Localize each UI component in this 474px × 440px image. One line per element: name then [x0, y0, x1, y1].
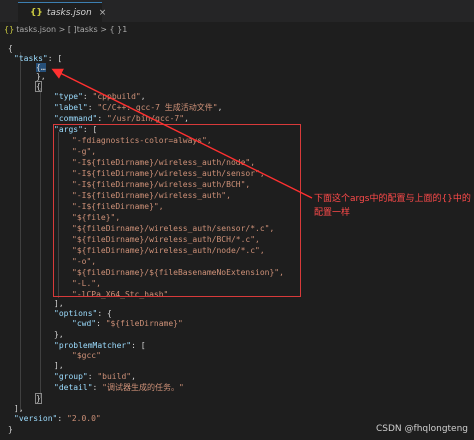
code-line: { — [35, 81, 42, 92]
json-file-icon: {} — [4, 25, 15, 34]
indent-guide — [40, 88, 41, 398]
type-line: "type": "cppbuild", — [54, 92, 146, 101]
chevron-right-icon: > — [100, 25, 107, 34]
code-line: { — [8, 44, 13, 53]
code-line: ], — [54, 361, 64, 370]
object-icon: { } — [109, 25, 123, 34]
code-line: }, — [54, 330, 64, 339]
annotation-text: 下面这个args中的配置与上面的{}中的配置一样 — [314, 194, 471, 218]
tab-label: tasks.json — [46, 8, 92, 18]
code-line: } — [35, 393, 42, 404]
version-line: "version": "2.0.0" — [14, 414, 101, 423]
breadcrumb-tasks[interactable]: tasks — [77, 25, 98, 34]
code-line: } — [8, 425, 13, 434]
cwd-line: "cwd": "${fileDirname}" — [72, 319, 183, 328]
group-line: "group": "build", — [54, 372, 136, 381]
indent-guide — [20, 52, 21, 412]
breadcrumb-file[interactable]: tasks.json — [16, 25, 56, 34]
array-icon: [ ] — [67, 25, 77, 34]
chevron-right-icon: > — [58, 25, 66, 34]
problem-matcher-item: "$gcc" — [72, 351, 101, 360]
label-line: "label": "C/C++: gcc-7 生成活动文件", — [54, 103, 223, 112]
close-icon[interactable]: × — [99, 8, 107, 18]
json-file-icon: {} — [30, 8, 43, 18]
tab-tasks-json[interactable]: {} tasks.json × — [18, 2, 106, 23]
breadcrumb-index[interactable]: 1 — [122, 25, 127, 34]
breadcrumb: {} tasks.json > [ ]tasks > { }1 — [0, 22, 474, 37]
detail-line: "detail": "调试器生成的任务。" — [54, 383, 184, 392]
watermark: CSDN @fhqlongteng — [376, 424, 469, 434]
args-highlight-box — [53, 124, 301, 297]
tab-bar: {} tasks.json × — [0, 0, 474, 23]
command-line: "command": "/usr/bin/gcc-7", — [54, 114, 189, 123]
